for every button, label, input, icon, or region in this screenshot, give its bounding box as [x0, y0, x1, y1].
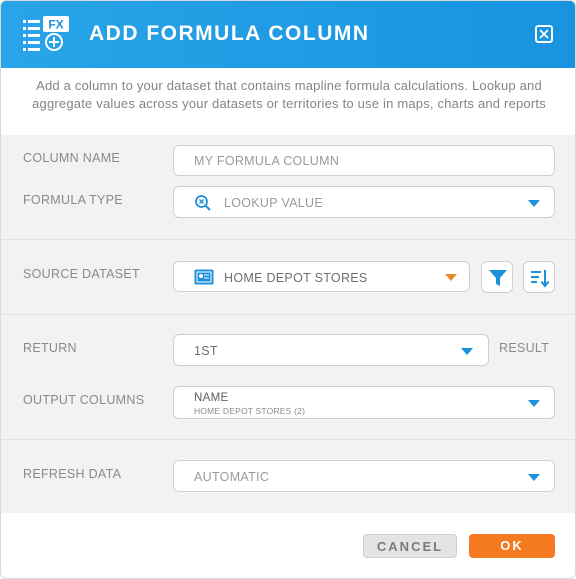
dialog-description: Add a column to your dataset that contai… — [1, 68, 575, 135]
ok-button[interactable]: OK — [469, 534, 555, 558]
add-formula-column-dialog: FX ADD FORMULA COLUMN Add a column to yo… — [0, 0, 576, 579]
return-value: 1ST — [194, 344, 218, 358]
dialog-title: ADD FORMULA COLUMN — [89, 22, 370, 45]
chevron-down-icon — [461, 348, 473, 355]
sort-button[interactable] — [523, 261, 555, 293]
column-name-input[interactable]: MY FORMULA COLUMN — [173, 145, 555, 176]
fx-badge-text: FX — [48, 18, 63, 32]
close-icon — [539, 29, 549, 39]
chevron-down-icon — [528, 474, 540, 481]
output-column-name: NAME — [194, 392, 229, 404]
section-source: SOURCE DATASET HOME DEPOT STORES — [1, 240, 575, 315]
close-button[interactable] — [535, 25, 553, 43]
source-dataset-select[interactable]: HOME DEPOT STORES — [173, 261, 470, 292]
output-column-source: HOME DEPOT STORES (2) — [194, 406, 306, 416]
refresh-data-select[interactable]: AUTOMATIC — [173, 460, 555, 492]
formula-type-select[interactable]: LOOKUP VALUE — [173, 186, 555, 218]
dialog-header: FX ADD FORMULA COLUMN — [1, 1, 575, 68]
section-column-definition: COLUMN NAME MY FORMULA COLUMN FORMULA TY… — [1, 135, 575, 240]
output-columns-label: OUTPUT COLUMNS — [23, 393, 145, 407]
sort-icon — [531, 270, 550, 288]
formula-type-label: FORMULA TYPE — [23, 193, 123, 207]
filter-button[interactable] — [481, 261, 513, 293]
dataset-icon — [194, 269, 214, 285]
filter-icon — [489, 270, 507, 286]
section-output: RETURN 1ST RESULT OUTPUT COLUMNS NAME HO… — [1, 315, 575, 440]
cancel-button[interactable]: CANCEL — [363, 534, 457, 558]
dialog-footer: CANCEL OK — [1, 513, 575, 578]
chevron-down-icon — [528, 400, 540, 407]
return-label: RETURN — [23, 341, 77, 355]
section-refresh: REFRESH DATA AUTOMATIC — [1, 440, 575, 513]
formula-column-icon: FX — [21, 16, 71, 54]
result-suffix-label: RESULT — [499, 341, 550, 355]
formula-type-value: LOOKUP VALUE — [224, 196, 324, 210]
column-name-label: COLUMN NAME — [23, 151, 121, 165]
return-select[interactable]: 1ST — [173, 334, 489, 366]
source-dataset-label: SOURCE DATASET — [23, 267, 140, 281]
source-dataset-value: HOME DEPOT STORES — [224, 271, 368, 285]
refresh-data-label: REFRESH DATA — [23, 467, 122, 481]
output-columns-select[interactable]: NAME HOME DEPOT STORES (2) — [173, 386, 555, 419]
column-name-value: MY FORMULA COLUMN — [194, 154, 340, 168]
search-x-icon — [195, 195, 211, 211]
chevron-down-icon — [528, 200, 540, 207]
refresh-data-value: AUTOMATIC — [194, 470, 270, 484]
chevron-down-icon — [445, 274, 457, 281]
